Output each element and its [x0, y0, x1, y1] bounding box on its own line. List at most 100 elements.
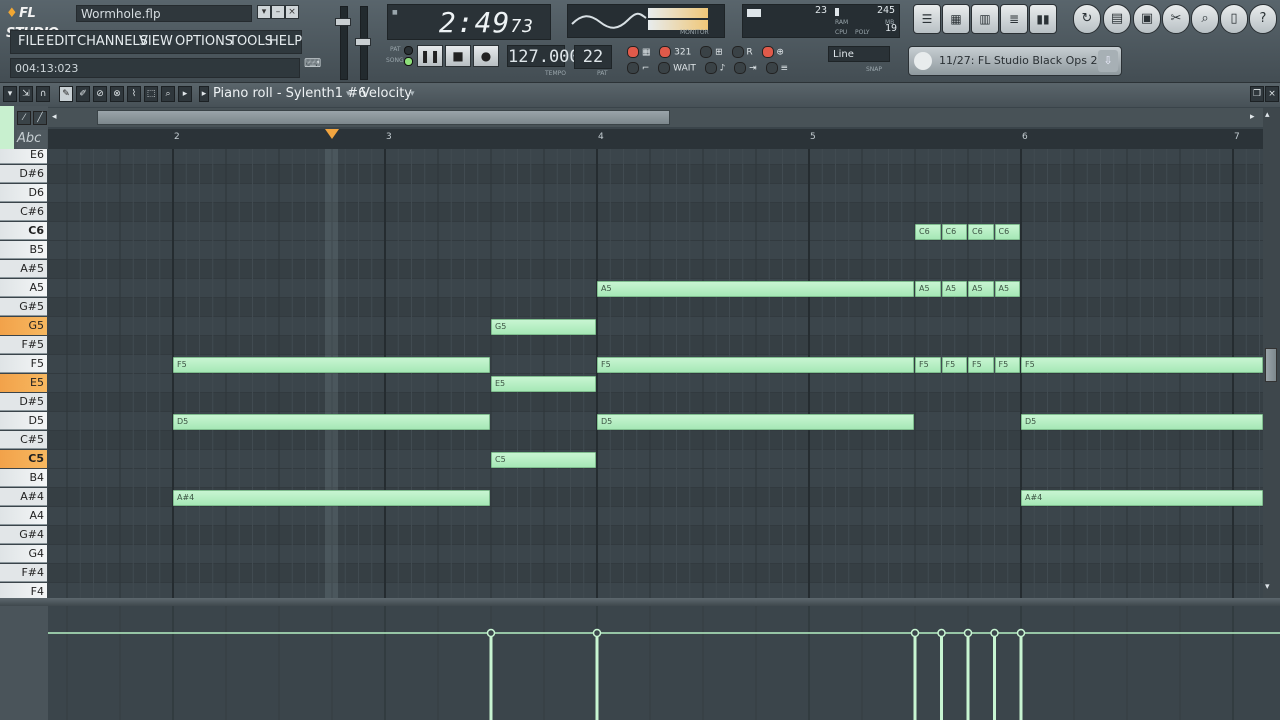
browser-window-icon[interactable]: ≣ [1000, 4, 1028, 34]
piano-key-d5[interactable]: D5 [0, 412, 47, 430]
abc-label[interactable]: Abc [17, 130, 47, 148]
vertical-scroll-thumb[interactable] [1265, 348, 1277, 382]
title-dropdown-icon[interactable]: ▾ [346, 82, 351, 106]
delete-tool-icon[interactable]: ⊘ [93, 86, 107, 102]
piano-key-cs5[interactable]: C#5 [0, 431, 47, 449]
rec-toggle-10[interactable] [765, 62, 778, 74]
help-icon[interactable]: ? [1249, 4, 1277, 34]
piano-key-cs6[interactable]: C#6 [0, 203, 47, 221]
mute-tool-icon[interactable]: ⊗ [110, 86, 124, 102]
piano-key-fs5[interactable]: F#5 [0, 336, 47, 354]
note-c5[interactable]: C5 [491, 451, 596, 468]
menu-help[interactable]: HELP [269, 31, 302, 53]
piano-key-c5[interactable]: C5 [0, 450, 47, 468]
piano-key-ds6[interactable]: D#6 [0, 165, 47, 183]
scroll-left-icon[interactable]: ◂ [52, 110, 64, 124]
event-pane-splitter[interactable] [0, 598, 1280, 606]
draw-mini-icon[interactable]: ⁄ [17, 111, 31, 125]
scroll-right-icon[interactable]: ▸ [1250, 110, 1262, 124]
note-a5[interactable]: A5 [968, 280, 994, 297]
menu-tools[interactable]: TOOLS [229, 31, 273, 53]
note-d5[interactable]: D5 [173, 413, 490, 430]
arrow-tool-icon[interactable]: ⇲ [19, 86, 33, 102]
rec-toggle-1[interactable] [627, 46, 639, 58]
menu-edit[interactable]: EDIT [46, 31, 76, 53]
note-as4[interactable]: A#4 [173, 489, 490, 506]
menu-view[interactable]: VIEW [139, 31, 173, 53]
piano-key-as5[interactable]: A#5 [0, 260, 47, 278]
piano-key-a5[interactable]: A5 [0, 279, 47, 297]
piano-key-f4[interactable]: F4 [0, 583, 47, 598]
typing-keyboard-icon[interactable]: ⌐ [642, 64, 650, 74]
note-e5[interactable]: E5 [491, 375, 596, 392]
note-c6[interactable]: C6 [994, 223, 1020, 240]
save-icon[interactable]: ▤ [1103, 4, 1131, 34]
velocity-pane[interactable] [48, 606, 1280, 720]
piano-key-as4[interactable]: A#4 [0, 488, 47, 506]
note-c6[interactable]: C6 [941, 223, 967, 240]
rec-toggle-9[interactable] [734, 62, 747, 74]
tempo-display[interactable]: 127.000 [507, 45, 580, 67]
pattern-display[interactable]: 22 [574, 45, 612, 69]
note-as4[interactable]: A#4 [1021, 489, 1263, 506]
slice-tool-icon[interactable]: ⌇ [127, 86, 141, 102]
time-display[interactable]: ■ 2:4973 [387, 4, 551, 40]
playback-tool-icon[interactable]: ▸ [178, 86, 192, 102]
piano-key-b5[interactable]: B5 [0, 241, 47, 259]
pat-mode-radio[interactable] [404, 46, 413, 55]
note-d5[interactable]: D5 [597, 413, 914, 430]
rec-toggle-4[interactable] [731, 46, 744, 58]
note-c6[interactable]: C6 [968, 223, 994, 240]
piano-key-ds5[interactable]: D#5 [0, 393, 47, 411]
piano-key-b4[interactable]: B4 [0, 469, 47, 487]
stop-button[interactable]: ■ [445, 45, 471, 67]
note-a5[interactable]: A5 [941, 280, 967, 297]
note-f5[interactable]: F5 [968, 356, 994, 373]
scroll-down-icon[interactable]: ▾ [1265, 582, 1270, 592]
note-f5[interactable]: F5 [597, 356, 914, 373]
note-grid[interactable]: C6C6C6C6A5A5A5A5A5A5G5G5F5F5F5F5F5F5F5F5… [48, 149, 1263, 598]
line-mini-icon[interactable]: ╱ [33, 111, 47, 125]
piano-key-e5[interactable]: E5 [0, 374, 47, 392]
note-icon[interactable]: ♪ [720, 64, 726, 74]
close-piano-roll-icon[interactable]: × [1265, 86, 1279, 102]
song-mode-radio[interactable] [404, 57, 413, 66]
note-a5[interactable]: A5 [915, 280, 941, 297]
browser-hint[interactable]: 11/27: FL Studio Black Ops 2 [908, 46, 1122, 76]
menu-options[interactable]: OPTIONS [175, 31, 233, 53]
detach-window-icon[interactable]: ❐ [1250, 86, 1264, 102]
note-f5[interactable]: F5 [994, 356, 1020, 373]
note-f5[interactable]: F5 [915, 356, 941, 373]
piano-key-e6[interactable]: E6 [0, 149, 47, 164]
rec-toggle-7[interactable] [658, 62, 671, 74]
piano-key-g5[interactable]: G5 [0, 317, 47, 335]
piano-key-f5[interactable]: F5 [0, 355, 47, 373]
piano-key-gs5[interactable]: G#5 [0, 298, 47, 316]
piano-key-fs4[interactable]: F#4 [0, 564, 47, 582]
note-f5[interactable]: F5 [941, 356, 967, 373]
record-button[interactable]: ● [473, 45, 499, 67]
time-ruler[interactable]: 2 3 4 5 6 7 [48, 129, 1263, 149]
piano-key-d6[interactable]: D6 [0, 184, 47, 202]
note-g5[interactable]: G5 [491, 318, 596, 335]
note-a5[interactable]: A5 [994, 280, 1020, 297]
select-tool-icon[interactable]: ⬚ [144, 86, 158, 102]
zoom-icon[interactable]: ⌕ [1191, 4, 1219, 34]
rec-toggle-5[interactable] [761, 46, 774, 58]
mixer-window-icon[interactable]: ▮▮ [1029, 4, 1057, 34]
undo-icon[interactable]: ↻ [1073, 4, 1101, 34]
loop-record-icon[interactable]: R [746, 48, 752, 58]
rec-toggle-6[interactable] [627, 62, 639, 74]
magnet-icon[interactable]: ∩ [36, 86, 50, 102]
draw-tool-icon[interactable]: ✎ [59, 86, 73, 102]
piano-roll-title[interactable]: Piano roll - Sylenth1 #6 [213, 82, 366, 106]
piano-key-gs4[interactable]: G#4 [0, 526, 47, 544]
blend-icon[interactable]: ⊕ [776, 48, 784, 58]
scroll-up-icon[interactable]: ▴ [1265, 110, 1270, 120]
chord-tab[interactable] [0, 106, 14, 149]
pause-button[interactable]: ❚❚ [417, 45, 443, 67]
menu-file[interactable]: FILE [18, 31, 45, 53]
piano-key-g4[interactable]: G4 [0, 545, 47, 563]
target-dropdown-icon[interactable]: ▾ [410, 82, 415, 106]
master-pitch-knob[interactable] [355, 38, 371, 46]
